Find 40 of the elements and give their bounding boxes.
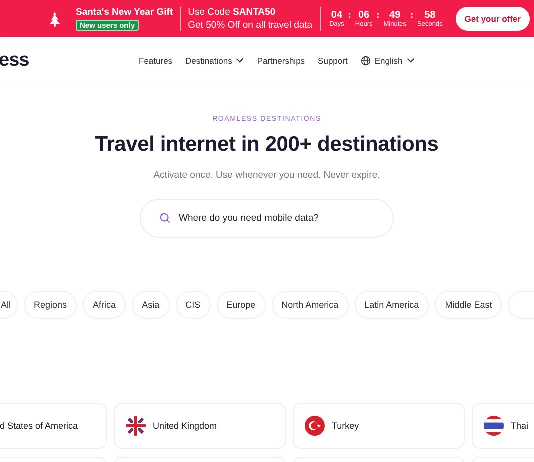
filter-chip[interactable]: All <box>0 291 18 319</box>
promo-offer-text: Get 50% Off on all travel data <box>188 18 313 32</box>
nav-link[interactable]: Partnerships <box>257 56 306 66</box>
hero-subtitle: Activate once. Use whenever you need. Never expire. <box>154 170 380 181</box>
countdown-separator: : <box>410 10 414 20</box>
filter-chip[interactable]: Latin America <box>354 291 430 319</box>
filter-chip[interactable]: Regions <box>24 291 78 319</box>
promo-title: Santa's New Year Gift <box>76 6 174 18</box>
destination-card[interactable]: Turkey <box>293 403 465 449</box>
destination-card[interactable]: United Kingdom <box>114 403 286 449</box>
filter-chip[interactable]: Middle East <box>435 291 502 319</box>
logo[interactable]: ess <box>0 50 139 72</box>
tree-icon <box>48 10 62 26</box>
countdown-value: 58 <box>424 10 436 20</box>
filter-chip[interactable]: Europe <box>216 291 266 319</box>
offer-button[interactable]: Get your offer <box>456 6 530 30</box>
flag-icon <box>305 416 325 436</box>
destination-card[interactable]: d States of America <box>0 403 107 449</box>
countdown-value: 04 <box>331 10 343 20</box>
filter-chip[interactable]: CIS <box>176 291 211 319</box>
caret-icon <box>406 58 415 63</box>
promo-code-text: Use Code SANTA50 <box>188 6 277 18</box>
filter-chip[interactable]: Africa <box>83 291 126 319</box>
countdown-value: 06 <box>358 10 370 20</box>
flag-icon <box>126 416 146 436</box>
countdown-separator: : <box>348 10 352 20</box>
destination-card[interactable]: Thai <box>472 403 534 449</box>
nav-link[interactable]: Features <box>139 56 173 66</box>
flag-icon <box>484 416 504 436</box>
globe-icon <box>360 56 371 66</box>
nav-link[interactable]: Support <box>318 56 348 66</box>
filter-chip[interactable]: Asia <box>132 291 170 319</box>
hero-title: Travel internet in 200+ destinations <box>95 133 439 157</box>
filter-chip[interactable]: North America <box>272 291 349 319</box>
language-selector[interactable]: English <box>360 56 415 66</box>
search-field[interactable]: Where do you need mobile data? <box>140 199 394 238</box>
countdown-value: 49 <box>390 10 401 20</box>
countdown-separator: : <box>376 10 380 20</box>
nav-link[interactable]: Destinations <box>186 56 244 66</box>
search-icon <box>160 213 171 224</box>
